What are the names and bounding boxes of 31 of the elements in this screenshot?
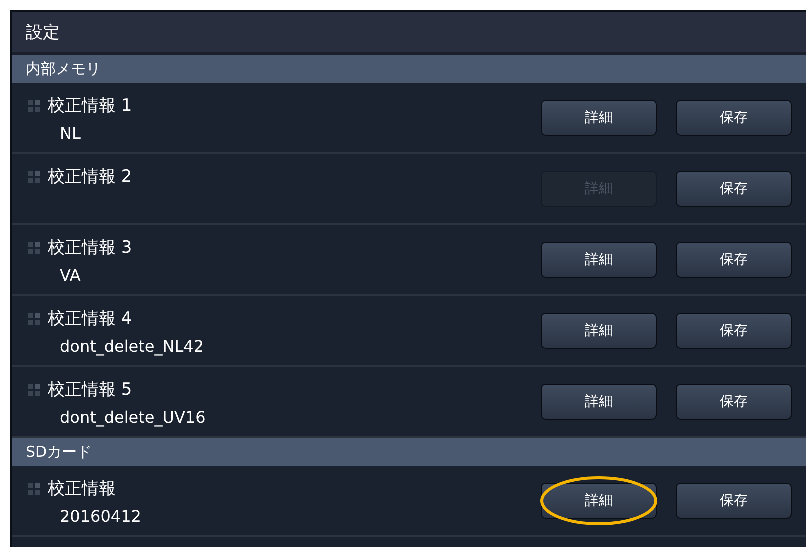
grid-icon: [28, 482, 40, 494]
grid-icon: [28, 100, 40, 112]
grid-icon: [28, 384, 40, 396]
details-button[interactable]: 詳細: [541, 313, 657, 349]
window-title: 設定: [12, 12, 806, 55]
item-value: dont_delete_UV16: [60, 408, 207, 427]
item-name: 校正情報 2: [48, 166, 132, 188]
item-name: 校正情報 1: [48, 95, 132, 117]
details-button[interactable]: 詳細: [541, 242, 657, 278]
item-name: 校正情報 3: [48, 237, 132, 259]
item-name: 校正情報 4: [48, 308, 132, 330]
item-value: VA: [60, 266, 82, 285]
item-value: NL: [60, 124, 82, 143]
grid-icon: [28, 312, 40, 324]
details-button[interactable]: 詳細: [541, 483, 657, 519]
save-button[interactable]: 保存: [676, 100, 792, 136]
item-name: 校正情報 5: [48, 379, 132, 401]
section-header: SDカード: [12, 438, 806, 466]
details-button[interactable]: 詳細: [541, 384, 657, 420]
item-name: 校正情報: [48, 478, 116, 500]
save-button[interactable]: 保存: [676, 384, 792, 420]
grid-icon: [28, 170, 40, 182]
item-value: dont_delete_NL42: [60, 337, 206, 356]
details-button[interactable]: 詳細: [541, 100, 657, 136]
save-button[interactable]: 保存: [676, 313, 792, 349]
save-button[interactable]: 保存: [676, 242, 792, 278]
section-header: 内部メモリ: [12, 55, 806, 83]
save-button[interactable]: 保存: [676, 483, 792, 519]
item-value: 20160412: [60, 507, 142, 526]
save-button[interactable]: 保存: [676, 171, 792, 207]
grid-icon: [28, 242, 40, 254]
